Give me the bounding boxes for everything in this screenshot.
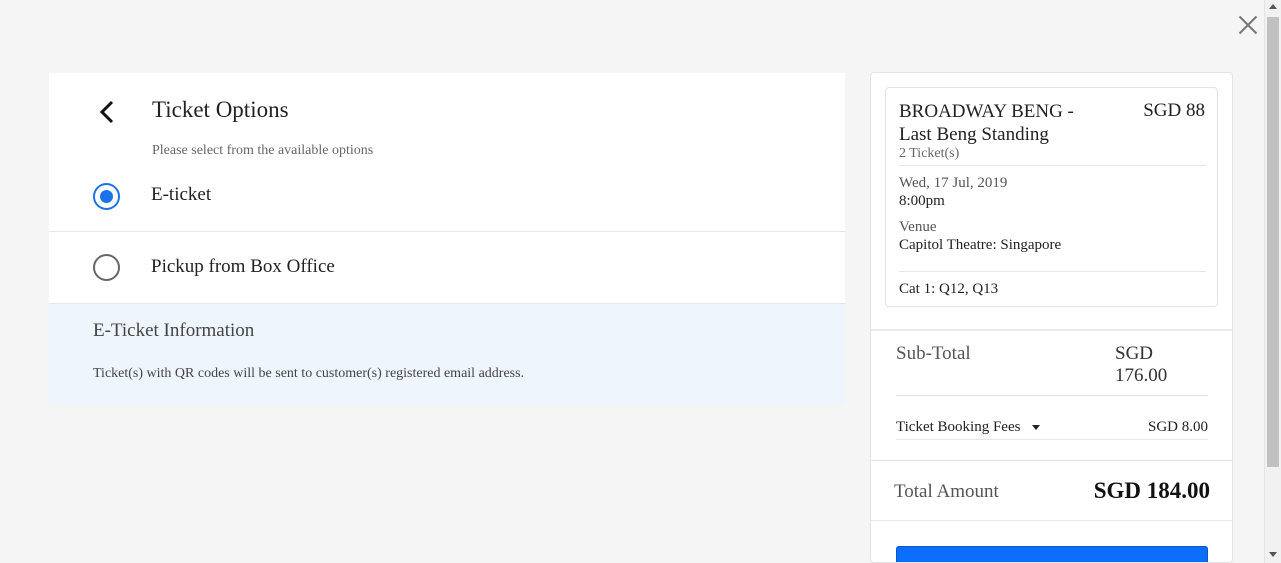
page-subtitle: Please select from the available options: [152, 143, 374, 158]
booking-fees-toggle[interactable]: Ticket Booking Fees: [896, 419, 1041, 436]
chevron-left-icon: [99, 100, 114, 124]
subtotal-value: SGD 176.00: [1115, 343, 1168, 386]
caret-down-icon: [1032, 425, 1041, 431]
scroll-down-arrow-icon[interactable]: [1269, 552, 1277, 557]
radio-pickup-box-office[interactable]: [93, 254, 120, 281]
divider: [871, 329, 1232, 331]
page-title: Ticket Options: [152, 97, 289, 122]
scroll-up-arrow-icon[interactable]: [1269, 4, 1277, 9]
total-value: SGD 184.00: [1093, 478, 1210, 503]
option-pickup-box-office[interactable]: Pickup from Box Office: [49, 232, 845, 304]
event-title: BROADWAY BENG - Last Beng Standing: [899, 101, 1074, 145]
close-icon[interactable]: [1236, 13, 1260, 37]
venue-label: Venue: [899, 219, 937, 235]
scrollbar[interactable]: [1264, 0, 1281, 563]
divider: [896, 395, 1208, 396]
subtotal-label: Sub-Total: [896, 343, 971, 364]
e-ticket-info-box: E-Ticket Information Ticket(s) with QR c…: [49, 304, 845, 405]
info-text: Ticket(s) with QR codes will be sent to …: [93, 366, 525, 381]
divider: [871, 520, 1232, 521]
option-label: E-ticket: [151, 184, 212, 205]
order-summary-panel: BROADWAY BENG - Last Beng Standing SGD 8…: [870, 72, 1233, 563]
divider: [871, 460, 1232, 461]
total-label: Total Amount: [894, 481, 999, 502]
event-card: BROADWAY BENG - Last Beng Standing SGD 8…: [885, 87, 1218, 307]
ticket-options-panel: Ticket Options Please select from the av…: [49, 73, 845, 405]
option-e-ticket[interactable]: E-ticket: [49, 161, 845, 232]
info-title: E-Ticket Information: [93, 320, 255, 341]
back-button[interactable]: [95, 99, 121, 125]
booking-fees-value: SGD 8.00: [1147, 419, 1208, 435]
radio-e-ticket[interactable]: [93, 183, 120, 210]
divider: [899, 271, 1206, 272]
venue-name: Capitol Theatre: Singapore: [899, 237, 1062, 253]
ticket-count: 2 Ticket(s): [899, 146, 960, 161]
scroll-thumb[interactable]: [1267, 17, 1279, 467]
divider: [899, 165, 1206, 166]
seat-info: Cat 1: Q12, Q13: [899, 281, 999, 297]
divider: [896, 439, 1208, 440]
event-price: SGD 88: [1143, 100, 1205, 121]
proceed-button[interactable]: [896, 546, 1208, 562]
option-label: Pickup from Box Office: [151, 256, 335, 277]
event-date: Wed, 17 Jul, 2019: [899, 175, 1008, 191]
event-time: 8:00pm: [899, 193, 945, 209]
booking-fees-label: Ticket Booking Fees: [896, 419, 1021, 435]
